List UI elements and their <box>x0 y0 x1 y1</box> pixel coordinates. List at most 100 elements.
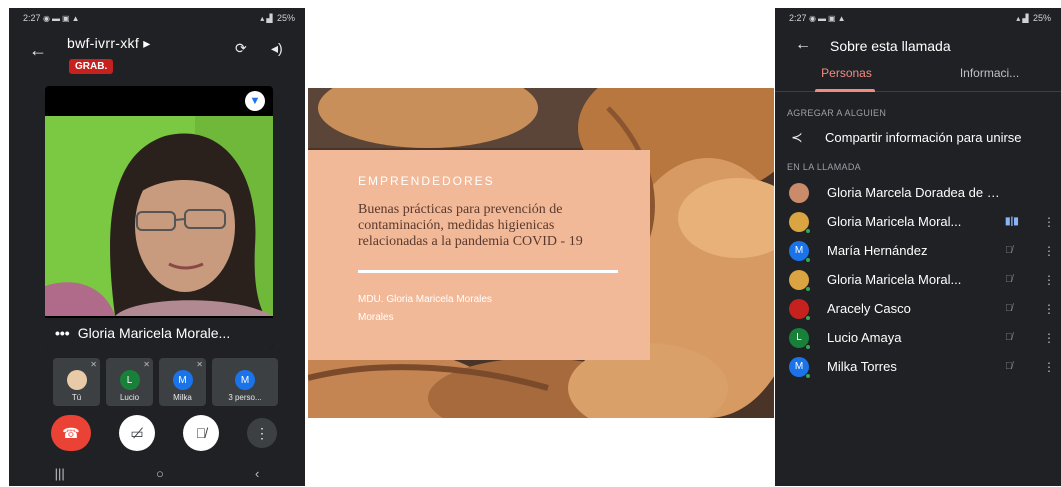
camera-toggle-button[interactable]: ▭̸ <box>119 415 155 451</box>
slide-headline: Buenas prácticas para prevención de cont… <box>358 202 583 249</box>
avatar <box>789 182 809 203</box>
status-bar: 2:27 ◉▬▣▲ ▴▟ 25% <box>9 8 305 28</box>
android-nav-bar: ||| ○ ‹ <box>9 460 305 486</box>
mic-off-icon: 🎙̸ <box>1005 245 1013 256</box>
signal-icon: ▴▟ <box>1016 14 1031 23</box>
speaker-icon[interactable]: ◂) <box>271 40 283 57</box>
tab-informacion[interactable]: Informaci... <box>918 62 1061 91</box>
avatar: L <box>119 370 140 390</box>
tab-personas[interactable]: Personas <box>775 62 918 91</box>
details-tabs: Personas Informaci... <box>775 62 1061 92</box>
avatar-initial: L <box>796 332 802 343</box>
phone-hangup-icon: ☎ <box>62 424 80 441</box>
signal-icon: ▴▟ <box>260 14 275 23</box>
avatar: M <box>789 356 811 379</box>
thumbnail-label: Tú <box>71 393 82 402</box>
more-vert-icon[interactable]: ⋮ <box>1043 331 1055 345</box>
list-item[interactable]: Gloria Maricela Moral... ▮|▮ ⋮ <box>775 207 1061 236</box>
participant-name: Gloria Maricela Moral... <box>827 214 962 229</box>
avatar: M <box>172 370 193 390</box>
avatar <box>66 370 87 390</box>
meet-call-screen: 2:27 ◉▬▣▲ ▴▟ 25% ← bwf-ivrr-xkf ▸ GRAB. … <box>9 8 305 486</box>
mic-off-icon: 🎙̸ <box>1005 303 1013 314</box>
participant-thumbnails: ✕ Tú ✕ L Lucio ✕ M Milka M 3 perso... <box>53 358 278 406</box>
recording-badge: GRAB. <box>69 59 114 74</box>
list-item[interactable]: Gloria Maricela Moral... 🎙̸ ⋮ <box>775 265 1061 294</box>
list-item[interactable]: M Milka Torres 🎙̸ ⋮ <box>775 352 1061 381</box>
back-icon[interactable]: ‹ <box>255 466 259 481</box>
avatar: M <box>789 240 811 263</box>
back-arrow-icon[interactable]: ← <box>795 36 811 54</box>
notification-icons: ◉▬▣▲ <box>809 14 848 23</box>
mic-off-icon: 🎙̸ <box>1005 274 1013 285</box>
slide-author: MDU. Gloria Maricela Morales Morales <box>358 294 492 323</box>
share-label: Compartir información para unirse <box>825 129 1022 145</box>
avatar: M <box>235 370 255 390</box>
meeting-code[interactable]: bwf-ivrr-xkf ▸ <box>67 35 151 52</box>
mic-off-icon: ✕ <box>196 360 203 369</box>
more-vert-icon[interactable]: ⋮ <box>1043 273 1055 287</box>
call-details-screen: 2:27 ◉▬▣▲ ▴▟ 25% ← Sobre esta llamada Pe… <box>775 8 1061 486</box>
share-icon: ≺ <box>791 128 803 145</box>
more-options-button[interactable]: ⋮ <box>247 418 277 448</box>
share-join-info-button[interactable]: ≺ Compartir información para unirse <box>775 118 1061 156</box>
more-vert-icon[interactable]: ⋮ <box>1043 360 1055 374</box>
section-add-people: AGREGAR A ALGUIEN <box>787 108 887 118</box>
mic-off-icon: 🎙̸ <box>1005 332 1013 343</box>
list-item[interactable]: M María Hernández 🎙̸ ⋮ <box>775 236 1061 265</box>
thumbnail-self[interactable]: ✕ Tú <box>53 358 100 406</box>
participant-portrait <box>45 116 273 316</box>
end-call-button[interactable]: ☎ <box>51 415 91 451</box>
avatar-initial: M <box>794 361 804 372</box>
mic-off-icon: 🎙̸ <box>195 425 207 441</box>
recent-apps-icon[interactable]: ||| <box>55 466 65 481</box>
mic-toggle-button[interactable]: 🎙̸ <box>183 415 219 451</box>
thumbnail-label: Lucio <box>119 393 140 402</box>
online-dot <box>805 285 811 292</box>
participant-name: Aracely Casco <box>827 301 911 316</box>
avatar <box>789 269 811 292</box>
slide-title-card: EMPRENDEDORES Buenas prácticas para prev… <box>308 150 650 360</box>
more-vert-icon[interactable]: ⋮ <box>1043 215 1055 229</box>
thumbnail-more-people[interactable]: M 3 perso... <box>212 358 278 406</box>
mic-off-icon: ✕ <box>90 360 97 369</box>
thumbnail-lucio[interactable]: ✕ L Lucio <box>106 358 153 406</box>
more-vert-icon[interactable]: ⋮ <box>1043 302 1055 316</box>
home-icon[interactable]: ○ <box>156 466 164 481</box>
participant-name: Gloria Marcela Doradea de Hern... <box>827 185 1007 200</box>
battery-level: 25% <box>276 13 295 23</box>
speaking-indicator-icon: ▮|▮ <box>1005 216 1019 227</box>
status-time: 2:27 <box>23 13 41 23</box>
thumbnail-label: 3 perso... <box>228 393 262 402</box>
avatar-initial: M <box>794 245 804 256</box>
more-vert-icon: ⋮ <box>255 424 269 441</box>
battery-level: 25% <box>1032 13 1051 23</box>
details-title: Sobre esta llamada <box>830 38 951 54</box>
participant-name: Gloria Maricela Moral... <box>827 272 962 287</box>
avatar <box>789 211 811 234</box>
call-controls: ☎ ▭̸ 🎙̸ ⋮ <box>51 415 277 451</box>
participant-name: Milka Torres <box>827 359 897 374</box>
list-item[interactable]: Gloria Marcela Doradea de Hern... <box>775 178 1061 207</box>
back-arrow-icon[interactable]: ← <box>29 40 47 61</box>
pin-icon[interactable]: ▼ <box>245 91 265 111</box>
list-item[interactable]: L Lucio Amaya 🎙̸ ⋮ <box>775 323 1061 352</box>
switch-camera-icon[interactable]: ⟳ <box>235 40 247 57</box>
section-in-call: EN LA LLAMADA <box>787 162 861 172</box>
participant-name: Lucio Amaya <box>827 330 902 345</box>
thumbnail-label: Milka <box>173 393 192 402</box>
avatar <box>789 298 811 321</box>
online-dot <box>805 227 811 234</box>
thumbnail-milka[interactable]: ✕ M Milka <box>159 358 206 406</box>
online-dot <box>805 314 811 321</box>
call-header: ← bwf-ivrr-xkf ▸ GRAB. ⟳ ◂) <box>9 28 305 78</box>
more-vert-icon[interactable]: ⋮ <box>1043 244 1055 258</box>
tile-name-label: Gloria Maricela Morale... <box>77 325 231 341</box>
online-dot <box>805 372 811 379</box>
notification-icons: ◉▬▣▲ <box>43 14 82 23</box>
more-options-icon[interactable]: ••• <box>55 325 70 341</box>
main-video-tile[interactable]: ▼ ••• Gloria Maricela Morale... <box>45 86 273 348</box>
active-tab-indicator <box>815 89 875 92</box>
status-bar: 2:27 ◉▬▣▲ ▴▟ 25% <box>775 8 1061 28</box>
list-item[interactable]: Aracely Casco 🎙̸ ⋮ <box>775 294 1061 323</box>
